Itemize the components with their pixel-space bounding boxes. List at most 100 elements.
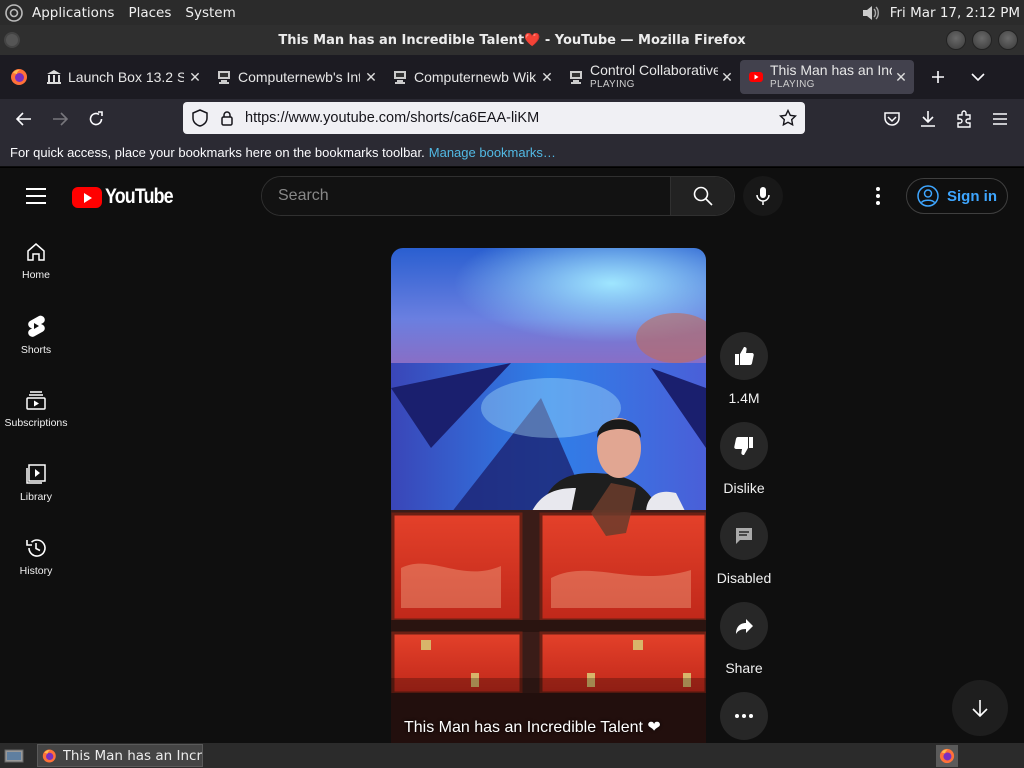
like-button[interactable]	[720, 332, 768, 380]
arrow-down-icon	[972, 700, 988, 717]
window-title: This Man has an Incredible Talent❤️ - Yo…	[278, 32, 746, 48]
clock[interactable]: Fri Mar 17, 2:12 PM	[890, 5, 1020, 21]
youtube-icon	[749, 72, 763, 82]
sign-in-button[interactable]: Sign in	[906, 178, 1008, 214]
share-label: Share	[725, 660, 763, 676]
downloads-button[interactable]	[910, 101, 946, 137]
computernewb-icon	[218, 71, 230, 84]
system-menu[interactable]: System	[185, 5, 235, 21]
search-icon	[693, 186, 713, 206]
tab-control-collaborative[interactable]: Control Collaborative PLAYING ✕	[560, 60, 740, 94]
sidebar-item-label: Library	[19, 491, 53, 503]
close-window-button[interactable]	[998, 30, 1018, 50]
tab-computernewb-wiki[interactable]: Computernewb Wiki ✕	[384, 60, 560, 94]
extensions-button[interactable]	[946, 101, 982, 137]
lock-icon[interactable]	[219, 110, 235, 126]
back-button[interactable]	[6, 101, 42, 137]
firefox-view-button[interactable]	[0, 59, 38, 95]
distro-logo-icon[interactable]	[4, 3, 24, 23]
show-desktop-icon[interactable]	[3, 747, 25, 765]
new-tab-button[interactable]	[920, 59, 956, 95]
firefox-icon	[11, 69, 27, 85]
url-text[interactable]: https://www.youtube.com/shorts/ca6EAA-li…	[245, 110, 539, 126]
youtube-logo[interactable]: YouTube	[72, 185, 185, 209]
computernewb-icon	[394, 71, 406, 84]
window-titlebar[interactable]: This Man has an Incredible Talent❤️ - Yo…	[0, 25, 1024, 55]
url-bar[interactable]: https://www.youtube.com/shorts/ca6EAA-li…	[183, 102, 805, 134]
comments-button[interactable]	[720, 512, 768, 560]
guide-menu-button[interactable]	[26, 188, 46, 204]
app-menu-button[interactable]	[982, 101, 1018, 137]
more-action	[720, 692, 768, 740]
sidebar-item-history[interactable]: History	[0, 520, 72, 594]
short-actions: 1.4M Dislike Disabled Share	[716, 332, 772, 743]
sidebar-item-label: Home	[21, 269, 50, 281]
taskbar-firefox-window[interactable]: This Man has an Incr…	[37, 744, 203, 767]
close-icon[interactable]: ✕	[894, 69, 908, 86]
history-icon	[26, 539, 46, 557]
tab-launch-box[interactable]: Launch Box 13.2 Setup ✕	[38, 60, 208, 94]
forward-button[interactable]	[42, 101, 78, 137]
puzzle-icon	[957, 110, 971, 128]
maximize-button[interactable]	[972, 30, 992, 50]
applications-menu[interactable]: Applications	[32, 5, 114, 21]
computernewb-icon	[570, 71, 582, 84]
voice-search-button[interactable]	[743, 176, 783, 216]
search-button[interactable]	[670, 177, 734, 215]
microphone-icon	[756, 187, 770, 205]
tab-youtube-active[interactable]: This Man has an Incredible PLAYING ✕	[740, 60, 914, 94]
download-icon	[921, 111, 935, 127]
close-icon[interactable]: ✕	[540, 69, 554, 86]
sign-in-label: Sign in	[947, 187, 997, 205]
search-input[interactable]	[262, 177, 670, 215]
youtube-masthead: YouTube Sign in	[0, 168, 1024, 224]
tab-computernewb-internet[interactable]: Computernewb's Internet ✕	[208, 60, 384, 94]
account-icon	[917, 185, 939, 207]
close-icon[interactable]: ✕	[720, 69, 734, 86]
sidebar-item-subscriptions[interactable]: Subscriptions	[0, 372, 72, 446]
workspace-switcher[interactable]	[936, 744, 958, 767]
tab-label: This Man has an Incredible	[770, 62, 892, 78]
tracking-protection-shield-icon[interactable]	[191, 109, 209, 127]
subscriptions-icon	[26, 391, 46, 410]
like-action: 1.4M	[716, 332, 772, 408]
share-button[interactable]	[720, 602, 768, 650]
nav-bar: https://www.youtube.com/shorts/ca6EAA-li…	[0, 99, 1024, 139]
sidebar-item-library[interactable]: Library	[0, 446, 72, 520]
minimize-button[interactable]	[946, 30, 966, 50]
short-title[interactable]: This Man has an Incredible Talent ❤	[404, 717, 661, 737]
dislike-button[interactable]	[720, 422, 768, 470]
pocket-button[interactable]	[874, 101, 910, 137]
bookmark-star-icon[interactable]	[779, 109, 797, 127]
list-all-tabs-button[interactable]	[960, 59, 996, 95]
next-short-button[interactable]	[952, 680, 1008, 736]
more-horizontal-icon	[735, 714, 753, 718]
shorts-icon	[28, 315, 45, 337]
tab-label: Computernewb Wiki	[414, 69, 536, 85]
video-frame-image	[391, 248, 706, 743]
more-options-button[interactable]	[720, 692, 768, 740]
sidebar-item-home[interactable]: Home	[0, 224, 72, 298]
settings-kebab-button[interactable]	[868, 184, 888, 208]
close-icon[interactable]: ✕	[188, 69, 202, 86]
tab-label: Computernewb's Internet	[238, 69, 360, 85]
reload-button[interactable]	[78, 101, 114, 137]
short-video-player[interactable]: This Man has an Incredible Talent ❤	[391, 248, 706, 743]
search-box	[261, 176, 735, 216]
firefox-icon	[939, 748, 955, 763]
tab-label: Control Collaborative	[590, 62, 718, 78]
sidebar-item-shorts[interactable]: Shorts	[0, 298, 72, 372]
thumbs-up-icon	[735, 347, 754, 365]
sidebar-item-label: Shorts	[20, 344, 52, 356]
library-icon	[26, 464, 46, 484]
share-action: Share	[716, 602, 772, 678]
pocket-icon	[884, 112, 900, 126]
volume-icon[interactable]	[860, 3, 882, 23]
manage-bookmarks-link[interactable]: Manage bookmarks…	[429, 145, 556, 160]
window-menu-button[interactable]	[4, 32, 20, 48]
tab-playing-label: PLAYING	[770, 79, 815, 90]
mini-guide-sidebar: Home Shorts Subscriptions Library Histor…	[0, 224, 72, 594]
close-icon[interactable]: ✕	[364, 69, 378, 86]
like-count: 1.4M	[728, 390, 760, 406]
places-menu[interactable]: Places	[128, 5, 171, 21]
